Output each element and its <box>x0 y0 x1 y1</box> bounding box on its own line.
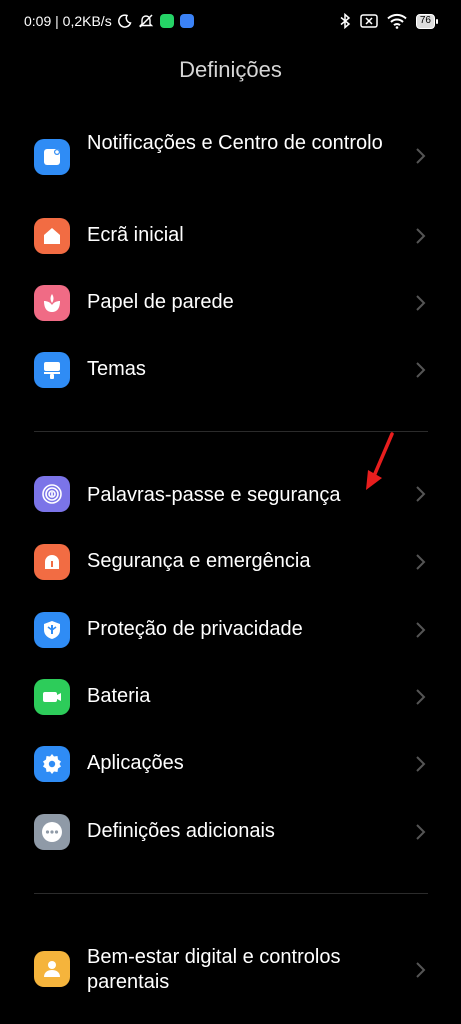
chevron-right-icon <box>416 148 426 164</box>
bluetooth-icon <box>340 13 351 29</box>
settings-item-label: Definições adicionais <box>87 820 275 842</box>
fingerprint-icon <box>34 476 70 512</box>
status-right: 76 <box>340 13 439 29</box>
settings-item-apps[interactable]: Aplicações <box>0 740 461 788</box>
person-icon <box>34 951 70 987</box>
settings-item-label: Ecrã inicial <box>87 224 184 246</box>
settings-item-wallpaper[interactable]: Papel de parede <box>0 279 461 327</box>
page-title: Definições <box>179 57 282 82</box>
status-bar: 0:09 | 0,2KB/s 76 <box>0 0 461 46</box>
battery-tile-icon <box>34 679 70 715</box>
more-icon <box>34 814 70 850</box>
flower-icon <box>34 285 70 321</box>
wifi-icon <box>387 13 407 29</box>
chevron-right-icon <box>416 824 426 840</box>
settings-item-label: Papel de parede <box>87 291 234 313</box>
settings-item-label: Aplicações <box>87 752 184 774</box>
settings-item-notifications[interactable]: Notificações e Centro de controlo <box>0 128 461 208</box>
app-badge-icon <box>179 14 194 28</box>
settings-item-label: Temas <box>87 358 146 380</box>
red-arrow-icon <box>366 432 394 490</box>
moon-icon <box>117 14 132 28</box>
status-time-speed: 0:09 | 0,2KB/s <box>24 13 112 29</box>
chevron-right-icon <box>416 689 426 705</box>
settings-item-label: Bem-estar digital e controlos parentais <box>87 946 341 993</box>
settings-item-privacy[interactable]: Proteção de privacidade <box>0 606 461 654</box>
settings-item-label: Bateria <box>87 685 151 707</box>
siren-icon <box>34 544 70 580</box>
settings-item-digital-wellbeing[interactable]: Bem-estar digital e controlos parentais <box>0 940 461 1002</box>
chevron-right-icon <box>416 962 426 978</box>
settings-item-label: Palavras-passe e segurança <box>87 484 341 506</box>
shield-icon <box>34 612 70 648</box>
settings-item-home-screen[interactable]: Ecrã inicial <box>0 212 461 260</box>
chevron-right-icon <box>416 228 426 244</box>
settings-item-safety-emergency[interactable]: Segurança e emergência <box>0 538 461 586</box>
no-sim-icon <box>360 14 378 28</box>
whatsapp-icon <box>159 14 174 28</box>
notification-icon <box>34 139 70 175</box>
settings-item-additional[interactable]: Definições adicionais <box>0 808 461 856</box>
status-left: 0:09 | 0,2KB/s <box>24 13 194 29</box>
chevron-right-icon <box>416 756 426 772</box>
brush-icon <box>34 352 70 388</box>
home-icon <box>34 218 70 254</box>
gear-icon <box>34 746 70 782</box>
settings-item-label: Proteção de privacidade <box>87 618 303 640</box>
settings-item-battery[interactable]: Bateria <box>0 673 461 721</box>
chevron-right-icon <box>416 554 426 570</box>
section-divider <box>34 893 428 894</box>
chevron-right-icon <box>416 486 426 502</box>
settings-item-label: Notificações e Centro de controlo <box>87 132 383 154</box>
chevron-right-icon <box>416 295 426 311</box>
chevron-right-icon <box>416 362 426 378</box>
settings-item-themes[interactable]: Temas <box>0 346 461 394</box>
muted-bell-icon <box>138 13 154 29</box>
battery-icon: 76 <box>415 13 439 29</box>
chevron-right-icon <box>416 622 426 638</box>
settings-item-label: Segurança e emergência <box>87 550 311 572</box>
